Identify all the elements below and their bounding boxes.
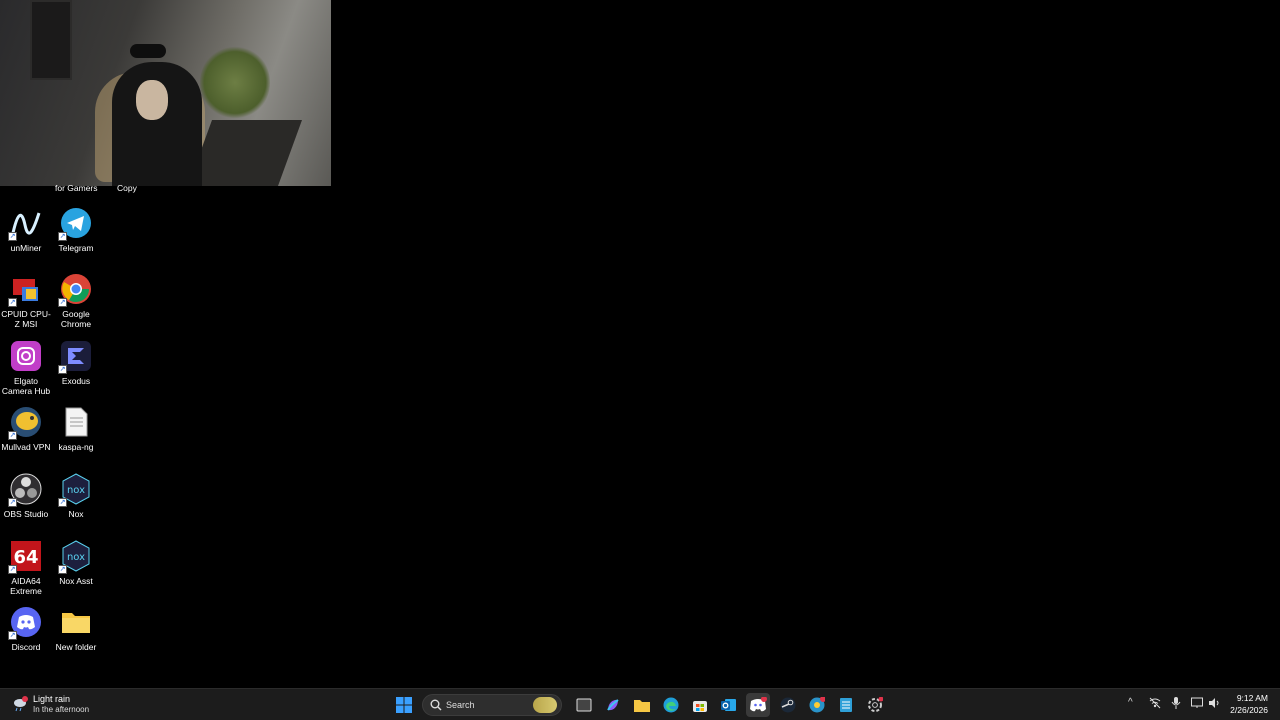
copilot-icon: [607, 699, 619, 711]
clock-date: 2/26/2026: [1230, 705, 1268, 715]
svg-text:nox: nox: [67, 485, 85, 496]
copilot-button[interactable]: [601, 693, 625, 717]
svg-text:64: 64: [13, 547, 38, 568]
edge-icon: [663, 697, 679, 713]
edge-button[interactable]: [659, 693, 683, 717]
elgato-camera-hub-icon: [10, 340, 42, 372]
start-button[interactable]: [392, 693, 416, 717]
desktop-icon-elgato[interactable]: Elgato Camera Hub: [0, 340, 52, 396]
search-highlight-icon: [533, 697, 557, 713]
desktop-icon-nox-asst[interactable]: nox ↗ Nox Asst: [50, 540, 102, 586]
document-icon: [60, 406, 92, 438]
nox-asst-icon: nox ↗: [58, 540, 92, 574]
partial-icon-label: Copy: [117, 183, 137, 193]
svg-text:nox: nox: [67, 552, 85, 563]
cpuz-icon: ↗: [8, 273, 42, 307]
discord-icon: [750, 697, 767, 712]
outlook-icon: [721, 699, 736, 711]
clock[interactable]: 9:12 AM 2/26/2026: [1230, 692, 1268, 716]
display-icon[interactable]: [1191, 697, 1203, 712]
notepad-button[interactable]: [834, 693, 858, 717]
desktop-icon-new-folder[interactable]: New folder: [50, 606, 102, 652]
desktop-icon-mullvad[interactable]: ↗ Mullvad VPN: [0, 406, 52, 452]
start-icon: [396, 697, 412, 713]
chrome-canary-icon: [809, 697, 825, 713]
discord-taskbar-button[interactable]: [746, 693, 770, 717]
taskbar: Light rain In the afternoon Search ^ 9:1…: [0, 688, 1280, 720]
search-placeholder: Search: [446, 700, 475, 710]
desktop-icon-cpuz[interactable]: ↗ CPUID CPU-Z MSI: [0, 273, 52, 329]
show-hidden-icons-chevron-icon[interactable]: ^: [1128, 697, 1133, 708]
chrome-icon: ↗: [58, 273, 92, 307]
weather-widget[interactable]: Light rain In the afternoon: [10, 694, 130, 716]
aida64-icon: 64 ↗: [8, 540, 42, 574]
folder-icon: [60, 606, 92, 638]
search-box[interactable]: Search: [422, 694, 562, 716]
microphone-icon[interactable]: [1171, 697, 1181, 712]
store-icon: [693, 701, 707, 712]
notepad-icon: [840, 698, 852, 712]
desktop-icon-telegram[interactable]: ↗ Telegram: [50, 207, 102, 253]
webcam-overlay: [0, 0, 331, 186]
steam-button[interactable]: [776, 693, 800, 717]
exodus-icon: ↗: [58, 340, 92, 374]
task-view-icon: [576, 698, 592, 712]
file-explorer-icon: [634, 700, 650, 712]
desktop-icon-aida64[interactable]: 64 ↗ AIDA64 Extreme: [0, 540, 52, 596]
network-icon[interactable]: [1149, 697, 1161, 712]
settings-icon: [868, 697, 883, 712]
mullvad-vpn-icon: ↗: [8, 406, 42, 440]
settings-button[interactable]: [863, 693, 887, 717]
outlook-button[interactable]: [717, 693, 741, 717]
desktop-icon-exodus[interactable]: ↗ Exodus: [50, 340, 102, 386]
desktop-icon-discord[interactable]: ↗ Discord: [0, 606, 52, 652]
desktop-icon-unminer[interactable]: ↗ unMiner: [0, 207, 52, 253]
steam-icon: [780, 697, 796, 713]
obs-icon: ↗: [8, 473, 42, 507]
volume-icon[interactable]: [1208, 697, 1220, 712]
task-view-button[interactable]: [572, 693, 596, 717]
discord-icon: ↗: [8, 606, 42, 640]
desktop-icon-kaspa-ng[interactable]: kaspa-ng: [50, 406, 102, 452]
desktop-icon-obs[interactable]: ↗ OBS Studio: [0, 473, 52, 519]
unminer-icon: ↗: [8, 207, 42, 241]
weather-subtitle: In the afternoon: [33, 705, 90, 714]
store-button[interactable]: [688, 693, 712, 717]
partial-icon-label: for Gamers: [55, 183, 98, 193]
desktop-icon-chrome[interactable]: ↗ Google Chrome: [50, 273, 102, 329]
telegram-icon: ↗: [58, 207, 92, 241]
nox-icon: nox ↗: [58, 473, 92, 507]
file-explorer-button[interactable]: [630, 693, 654, 717]
desktop-icon-nox[interactable]: nox ↗ Nox: [50, 473, 102, 519]
weather-title: Light rain: [33, 694, 71, 704]
chrome-canary-button[interactable]: [805, 693, 829, 717]
clock-time: 9:12 AM: [1236, 693, 1268, 703]
rain-cloud-icon: [12, 696, 28, 712]
search-icon: [430, 699, 442, 711]
